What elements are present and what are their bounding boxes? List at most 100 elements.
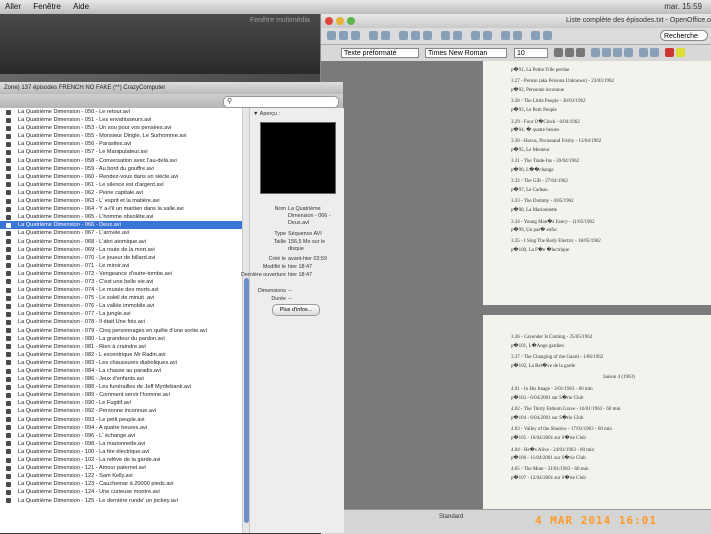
file-row[interactable]: La Quatrième Dimension - 122 - Sam Kelly… (0, 472, 242, 480)
zoom-icon[interactable] (347, 17, 355, 25)
file-row[interactable]: La Quatrième Dimension - 123 - Cauchemar… (0, 480, 242, 488)
preview-header[interactable]: ▼ Aperçu : (253, 111, 280, 117)
highlight-icon[interactable] (676, 48, 685, 57)
file-row[interactable]: La Quatrième Dimension - 092 - Personne … (0, 407, 242, 415)
file-row[interactable]: La Quatrième Dimension - 100 - La fée él… (0, 448, 242, 456)
file-row[interactable]: La Quatrième Dimension - 058 - Conversat… (0, 157, 242, 165)
file-row[interactable]: La Quatrième Dimension - 063 - L' esprit… (0, 197, 242, 205)
finder-search-input[interactable]: ⚲ (223, 96, 339, 108)
search-input[interactable]: Recherche (660, 30, 708, 41)
bullets-icon[interactable] (650, 48, 659, 57)
file-row[interactable]: La Quatrième Dimension - 072 - Vengeance… (0, 270, 242, 278)
file-row[interactable]: La Quatrième Dimension - 083 - Les chaus… (0, 359, 242, 367)
table-icon[interactable] (471, 31, 480, 40)
file-row[interactable]: La Quatrième Dimension - 096 - L' échang… (0, 432, 242, 440)
new-doc-icon[interactable] (327, 31, 336, 40)
file-row[interactable]: La Quatrième Dimension - 073 - C'est une… (0, 278, 242, 286)
file-row[interactable]: La Quatrième Dimension - 066 - Deux.avi (0, 221, 242, 230)
media-window-title: Fenêtre multimédia (250, 17, 310, 24)
chart-icon[interactable] (483, 31, 492, 40)
navigator-icon[interactable] (513, 31, 522, 40)
font-name-select[interactable]: Times New Roman (425, 48, 507, 58)
copy-icon[interactable] (411, 31, 420, 40)
justify-icon[interactable] (624, 48, 633, 57)
file-name: La Quatrième Dimension - 102 - La relève… (18, 457, 161, 464)
font-color-icon[interactable] (665, 48, 674, 57)
file-row[interactable]: La Quatrième Dimension - 059 - Au bord d… (0, 165, 242, 173)
document-line: 3.37 - The Changing of the Guard - 1/06/… (511, 355, 604, 360)
file-row[interactable]: La Quatrième Dimension - 081 - Rien à cr… (0, 343, 242, 351)
file-row[interactable]: La Quatrième Dimension - 051 - Les envah… (0, 116, 242, 124)
file-row[interactable]: La Quatrième Dimension - 077 - La jungle… (0, 310, 242, 318)
file-row[interactable]: La Quatrième Dimension - 075 - Le soleil… (0, 294, 242, 302)
cut-icon[interactable] (399, 31, 408, 40)
file-row[interactable]: La Quatrième Dimension - 064 - Y a-t'il … (0, 205, 242, 213)
file-row[interactable]: La Quatrième Dimension - 078 - Il était … (0, 318, 242, 326)
document-page-1[interactable]: p�91, La Petite Fille perdue 3.27 - Perso… (483, 61, 711, 305)
file-row[interactable]: La Quatrième Dimension - 121 - Amour pat… (0, 464, 242, 472)
file-row[interactable]: La Quatrième Dimension - 062 - Peine cap… (0, 189, 242, 197)
menu-aide[interactable]: Aide (68, 2, 94, 11)
document-page-2[interactable]: 3.36 - Cavender Is Coming - 25/05/1962 p�… (483, 315, 711, 509)
menu-aller[interactable]: Aller (0, 2, 26, 11)
file-row[interactable]: La Quatrième Dimension - 053 - Un sou po… (0, 124, 242, 132)
open-icon[interactable] (339, 31, 348, 40)
document-area[interactable]: p�91, La Petite Fille perdue 3.27 - Perso… (321, 61, 711, 509)
underline-icon[interactable] (576, 48, 585, 57)
file-row[interactable]: La Quatrième Dimension - 089 - Comment s… (0, 391, 242, 399)
file-row[interactable]: La Quatrième Dimension - 094 - A quatre … (0, 424, 242, 432)
file-row[interactable]: La Quatrième Dimension - 093 - Le petit … (0, 416, 242, 424)
minimize-icon[interactable] (336, 17, 344, 25)
file-row[interactable]: La Quatrième Dimension - 067 - L'arrivée… (0, 229, 242, 237)
file-row[interactable]: La Quatrième Dimension - 079 - Cinq pers… (0, 327, 242, 335)
menu-fenetre[interactable]: Fenêtre (28, 2, 66, 11)
zoom-tool-icon[interactable] (531, 31, 540, 40)
file-row[interactable]: La Quatrième Dimension - 076 - La vallée… (0, 302, 242, 310)
file-row[interactable]: La Quatrième Dimension - 056 - Parasites… (0, 140, 242, 148)
paragraph-style-select[interactable]: Texte préformaté (341, 48, 419, 58)
file-row[interactable]: La Quatrième Dimension - 050 - Le retour… (0, 108, 242, 116)
help-icon[interactable] (543, 31, 552, 40)
file-row[interactable]: La Quatrième Dimension - 124 - Une curie… (0, 488, 242, 496)
undo-icon[interactable] (441, 31, 450, 40)
file-row[interactable]: La Quatrième Dimension - 084 - La chasse… (0, 367, 242, 375)
file-row[interactable]: La Quatrième Dimension - 071 - Le miroir… (0, 262, 242, 270)
document-line: p�98, La Marionnette (511, 208, 558, 213)
file-row[interactable]: La Quatrième Dimension - 102 - La relève… (0, 456, 242, 464)
file-row[interactable]: La Quatrième Dimension - 061 - Le silenc… (0, 181, 242, 189)
file-row[interactable]: La Quatrième Dimension - 065 - L'homme o… (0, 213, 242, 221)
file-row[interactable]: La Quatrième Dimension - 070 - Le joueur… (0, 254, 242, 262)
print-icon[interactable] (369, 31, 378, 40)
file-row[interactable]: La Quatrième Dimension - 074 - Le musée … (0, 286, 242, 294)
file-row[interactable]: La Quatrième Dimension - 098 - La marion… (0, 440, 242, 448)
file-row[interactable]: La Quatrième Dimension - 068 - L'abri at… (0, 238, 242, 246)
file-row[interactable]: La Quatrième Dimension - 057 - Le Manipu… (0, 148, 242, 156)
bold-icon[interactable] (554, 48, 563, 57)
file-row[interactable]: La Quatrième Dimension - 080 - La grande… (0, 335, 242, 343)
italic-icon[interactable] (565, 48, 574, 57)
file-row[interactable]: La Quatrième Dimension - 082 - L excentr… (0, 351, 242, 359)
more-info-button[interactable]: Plus d'infos... (272, 304, 320, 316)
paste-icon[interactable] (423, 31, 432, 40)
file-row[interactable]: La Quatrième Dimension - 060 - Rendez-vo… (0, 173, 242, 181)
file-name: La Quatrième Dimension - 088 - Les funér… (18, 384, 192, 391)
file-row[interactable]: La Quatrième Dimension - 055 - Monsieur … (0, 132, 242, 140)
align-left-icon[interactable] (591, 48, 600, 57)
align-right-icon[interactable] (613, 48, 622, 57)
save-icon[interactable] (351, 31, 360, 40)
file-row[interactable]: La Quatrième Dimension - 125 - Le derniè… (0, 497, 242, 505)
close-icon[interactable] (325, 17, 333, 25)
file-row[interactable]: La Quatrième Dimension - 090 - Le Fugiti… (0, 399, 242, 407)
file-row[interactable]: La Quatrième Dimension - 088 - Les funér… (0, 383, 242, 391)
redo-icon[interactable] (453, 31, 462, 40)
font-size-select[interactable]: 10 (514, 48, 548, 58)
pdf-icon[interactable] (381, 31, 390, 40)
file-row[interactable]: La Quatrième Dimension - 069 - La route … (0, 246, 242, 254)
file-name: La Quatrième Dimension - 057 - Le Manipu… (18, 149, 148, 156)
video-file-icon (6, 384, 11, 390)
find-icon[interactable] (501, 31, 510, 40)
align-center-icon[interactable] (602, 48, 611, 57)
file-list[interactable]: La Quatrième Dimension - 050 - Le retour… (0, 108, 242, 533)
file-row[interactable]: La Quatrième Dimension - 086 - Jeux d'en… (0, 375, 242, 383)
numbering-icon[interactable] (639, 48, 648, 57)
